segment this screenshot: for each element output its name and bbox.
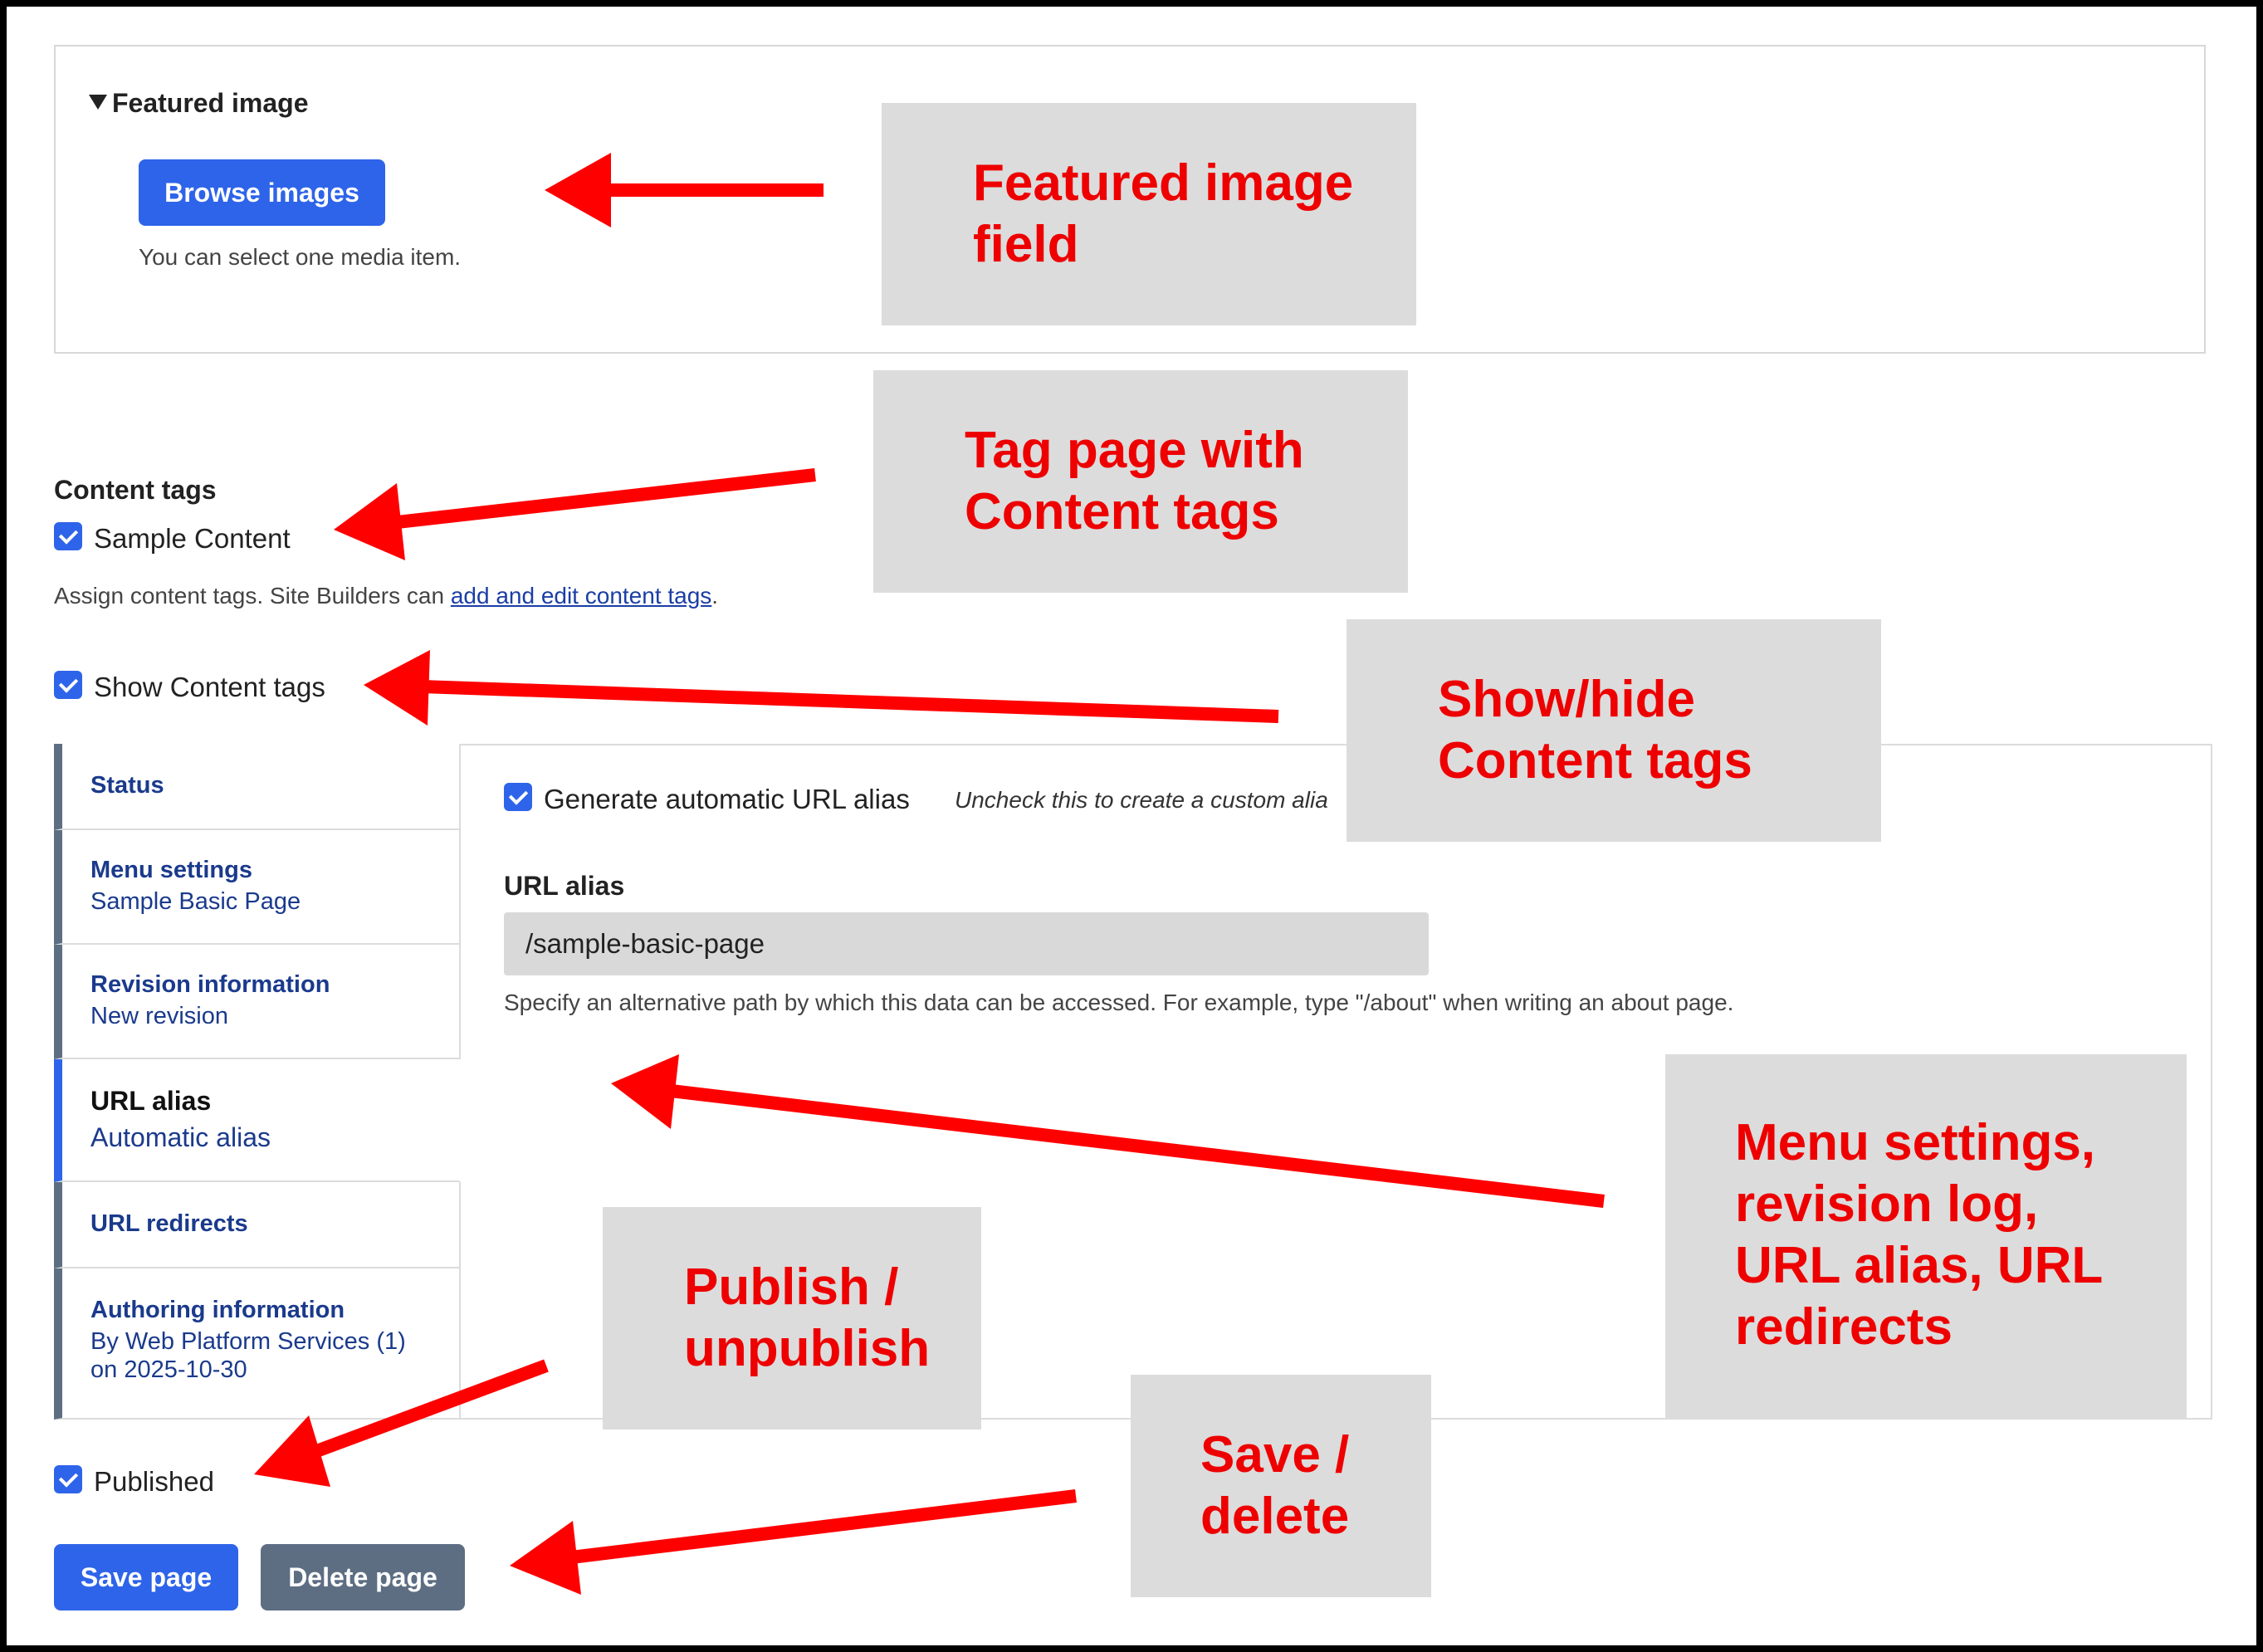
arrow-featured-image: [545, 153, 824, 227]
annotation-arrows: [254, 153, 1605, 1595]
arrow-published: [254, 1359, 549, 1487]
arrow-save-delete: [510, 1489, 1077, 1595]
arrow-url-alias: [611, 1054, 1605, 1208]
arrow-content-tags: [334, 468, 816, 560]
screenshot-canvas: Featured image Browse images You can sel…: [7, 7, 2256, 1645]
arrow-show-content-tags: [364, 650, 1279, 726]
